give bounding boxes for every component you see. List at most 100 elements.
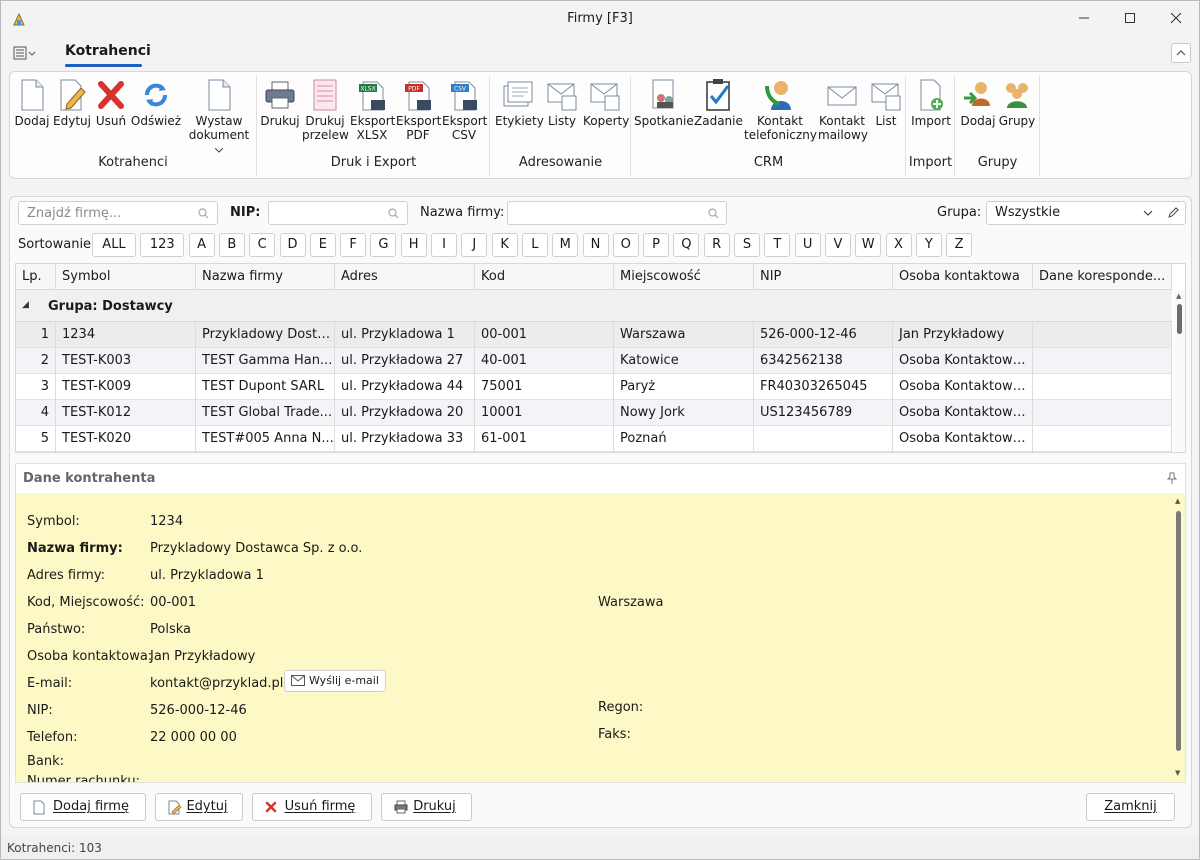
maximize-button[interactable] xyxy=(1107,1,1153,35)
collapse-triangle-icon[interactable]: ◢ xyxy=(22,300,29,310)
refresh-button[interactable]: Odśwież xyxy=(130,78,182,128)
sort-button-w[interactable]: W xyxy=(855,233,882,257)
print-button[interactable]: Drukuj xyxy=(260,78,300,128)
sort-button-u[interactable]: U xyxy=(794,233,821,257)
sort-button-i[interactable]: I xyxy=(431,233,457,257)
col-contact-person[interactable]: Osoba kontaktowa xyxy=(893,264,1033,290)
sort-label: Sortowanie: xyxy=(18,237,96,252)
issue-document-button[interactable]: Wystaw dokument xyxy=(186,78,252,156)
sort-button-y[interactable]: Y xyxy=(915,233,942,257)
table-row[interactable] xyxy=(16,452,1172,453)
table-row[interactable]: 2 TEST-K003 TEST Gamma Han... ul. Przykłado… xyxy=(16,348,1172,374)
sort-button-j[interactable]: J xyxy=(461,233,488,257)
edit-company-button[interactable]: Edytuj xyxy=(155,793,243,821)
export-csv-button[interactable]: CSV Eksport CSV xyxy=(442,78,487,142)
envelopes-button[interactable]: Koperty xyxy=(583,78,629,128)
scroll-thumb[interactable] xyxy=(1176,511,1181,751)
sort-button-g[interactable]: G xyxy=(370,233,397,257)
details-scrollbar[interactable]: ▲ ▼ xyxy=(1173,493,1185,782)
scroll-up-icon[interactable]: ▲ xyxy=(1176,292,1181,300)
sort-button-e[interactable]: E xyxy=(309,233,336,257)
sort-button-o[interactable]: O xyxy=(612,233,639,257)
tab-kotrahenci[interactable]: Kotrahenci xyxy=(65,43,151,59)
meeting-button[interactable]: Spotkanie xyxy=(634,78,694,128)
col-company-name[interactable]: Nazwa firmy xyxy=(196,264,335,290)
sort-button-v[interactable]: V xyxy=(824,233,851,257)
add-group-button[interactable]: Dodaj xyxy=(960,78,996,128)
phone-contact-button[interactable]: Kontakt telefoniczny xyxy=(744,78,817,142)
company-search-input[interactable] xyxy=(18,201,218,225)
mail-contact-button[interactable]: Kontakt mailowy xyxy=(818,78,868,142)
sort-button-s[interactable]: S xyxy=(734,233,760,257)
col-symbol[interactable]: Symbol xyxy=(56,264,196,290)
sort-button-all[interactable]: ALL xyxy=(92,233,136,257)
add-company-button[interactable]: Dodaj firmę xyxy=(20,793,146,821)
grid-scrollbar[interactable]: ▲ xyxy=(1174,290,1185,452)
edit-button[interactable]: Edytuj xyxy=(52,78,92,128)
sort-button-k[interactable]: K xyxy=(491,233,518,257)
export-xlsx-button[interactable]: XLSX Eksport XLSX xyxy=(350,78,395,142)
sort-button-q[interactable]: Q xyxy=(673,233,700,257)
pencil-icon[interactable] xyxy=(1167,207,1179,219)
group-header-row[interactable]: ◢ Grupa: Dostawcy xyxy=(16,290,1172,322)
app-menu-icon[interactable] xyxy=(13,45,37,61)
pin-icon[interactable] xyxy=(1166,472,1178,485)
scroll-thumb[interactable] xyxy=(1177,304,1182,334)
letter-button[interactable]: List xyxy=(868,78,904,128)
table-row[interactable]: 5 TEST-K020 TEST#005 Anna N... ul. Przykład… xyxy=(16,426,1172,452)
email-value[interactable]: kontakt@przyklad.pl xyxy=(150,676,283,691)
groups-button[interactable]: Grupy xyxy=(998,78,1036,128)
table-row[interactable]: 4 TEST-K012 TEST Global Trade... ul. Przykł… xyxy=(16,400,1172,426)
delete-button[interactable]: Usuń xyxy=(94,78,128,128)
sort-button-l[interactable]: L xyxy=(521,233,548,257)
close-window-button[interactable] xyxy=(1153,1,1199,35)
sort-button-c[interactable]: C xyxy=(249,233,276,257)
task-button[interactable]: Zadanie xyxy=(694,78,743,128)
export-pdf-button[interactable]: PDF Eksport PDF xyxy=(396,78,441,142)
table-row[interactable]: 1 1234 Przykladowy Dosta... ul. Przykladowa… xyxy=(16,322,1172,348)
sort-button-n[interactable]: N xyxy=(582,233,609,257)
sort-button-b[interactable]: B xyxy=(218,233,245,257)
labels-button[interactable]: Etykiety xyxy=(495,78,544,128)
letters-button[interactable]: Listy xyxy=(543,78,581,128)
print-company-button[interactable]: Drukuj xyxy=(381,793,472,821)
sort-button-d[interactable]: D xyxy=(279,233,306,257)
minimize-button[interactable] xyxy=(1061,1,1107,35)
contact-value: Jan Przykładowy xyxy=(150,649,256,664)
sort-button-x[interactable]: X xyxy=(885,233,912,257)
col-correspondence[interactable]: Dane koresponde... xyxy=(1033,264,1172,290)
sort-button-r[interactable]: R xyxy=(703,233,730,257)
task-checklist-icon xyxy=(706,79,730,111)
sort-button-123[interactable]: 123 xyxy=(140,233,185,257)
col-city[interactable]: Miejscowość xyxy=(614,264,754,290)
scroll-down-icon[interactable]: ▼ xyxy=(1175,769,1180,777)
sort-button-f[interactable]: F xyxy=(340,233,367,257)
import-button[interactable]: Import xyxy=(909,78,953,128)
send-email-button[interactable]: Wyślij e-mail xyxy=(284,670,386,692)
sort-button-z[interactable]: Z xyxy=(946,233,973,257)
search-icon xyxy=(708,208,719,219)
col-lp[interactable]: Lp. xyxy=(16,264,56,290)
table-row[interactable]: 3 TEST-K009 TEST Dupont SARL ul. Przykładow… xyxy=(16,374,1172,400)
add-button[interactable]: Dodaj xyxy=(14,78,50,128)
scroll-up-icon[interactable]: ▲ xyxy=(1175,497,1180,505)
mail-icon xyxy=(827,86,857,106)
sort-button-p[interactable]: P xyxy=(643,233,670,257)
sort-button-t[interactable]: T xyxy=(764,233,791,257)
col-address[interactable]: Adres xyxy=(335,264,475,290)
delete-company-button[interactable]: Usuń firmę xyxy=(252,793,372,821)
cell-city: Warszawa xyxy=(614,322,754,348)
print-transfer-button[interactable]: Drukuj przelew xyxy=(302,78,349,142)
col-postal-code[interactable]: Kod xyxy=(475,264,614,290)
cell-symbol: TEST-K012 xyxy=(56,400,196,426)
sort-button-h[interactable]: H xyxy=(400,233,427,257)
sort-button-a[interactable]: A xyxy=(188,233,215,257)
col-nip[interactable]: NIP xyxy=(754,264,893,290)
nip-filter-input[interactable] xyxy=(268,201,408,225)
collapse-ribbon-button[interactable] xyxy=(1171,43,1191,63)
sort-button-m[interactable]: M xyxy=(552,233,579,257)
delete-x-icon xyxy=(98,81,124,109)
group-select[interactable]: Wszystkie xyxy=(986,201,1186,225)
close-button[interactable]: Zamknij xyxy=(1086,793,1175,821)
name-filter-input[interactable] xyxy=(507,201,727,225)
